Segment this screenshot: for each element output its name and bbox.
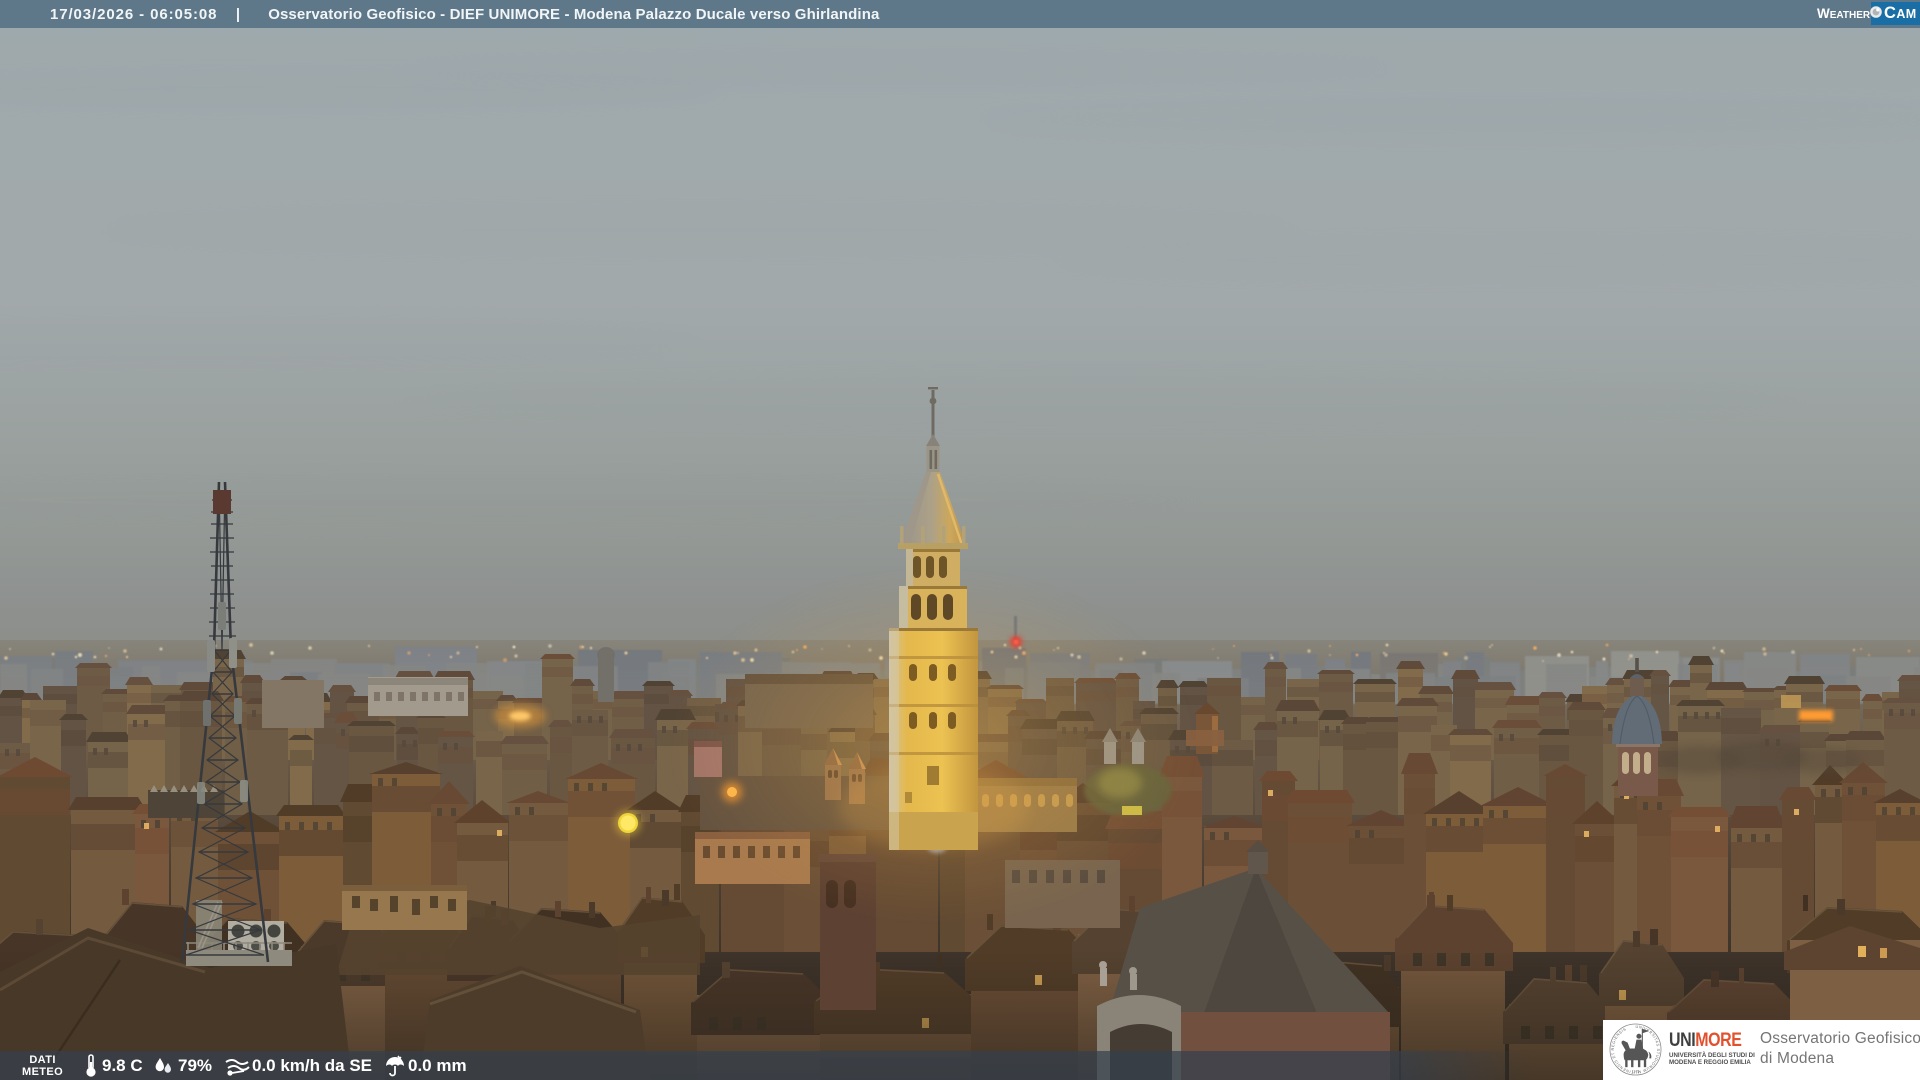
svg-text:1175: 1175 [1632,1070,1640,1074]
